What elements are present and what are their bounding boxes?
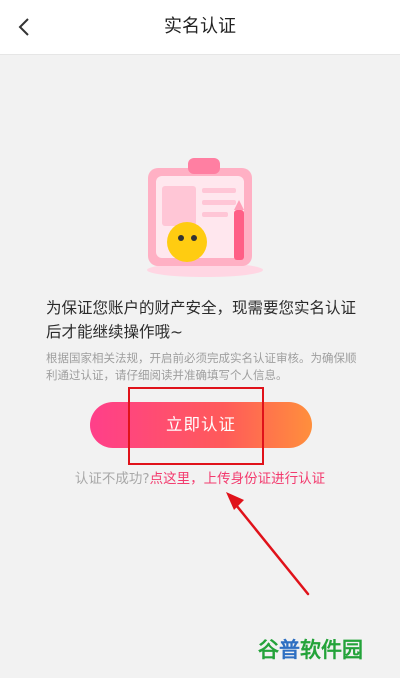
legal-notice: 根据国家相关法规，开启前必须完成实名认证审核。为确保顺利通过认证，请仔细阅读并准… bbox=[46, 351, 357, 382]
annotation-arrow bbox=[226, 492, 310, 596]
fail-help-line: 认证不成功?点这里，上传身份证进行认证 bbox=[0, 468, 400, 490]
watermark-part2: 普 bbox=[279, 638, 300, 662]
watermark-logo: 谷普软件园 bbox=[258, 630, 398, 670]
page-title: 实名认证 bbox=[164, 16, 236, 37]
upload-id-link[interactable]: 点这里，上传身份证进行认证 bbox=[150, 471, 326, 487]
security-message: 为保证您账户的财产安全，现需要您实名认证后才能继续操作哦~ bbox=[46, 299, 357, 341]
clipboard-illustration bbox=[147, 158, 263, 277]
fail-prefix-text: 认证不成功? bbox=[74, 471, 150, 487]
verify-now-button[interactable]: 立即认证 bbox=[90, 402, 312, 448]
watermark-part3: 软件园 bbox=[300, 638, 363, 662]
top-bar: 实名认证 bbox=[0, 0, 400, 55]
watermark-part1: 谷 bbox=[258, 638, 279, 662]
